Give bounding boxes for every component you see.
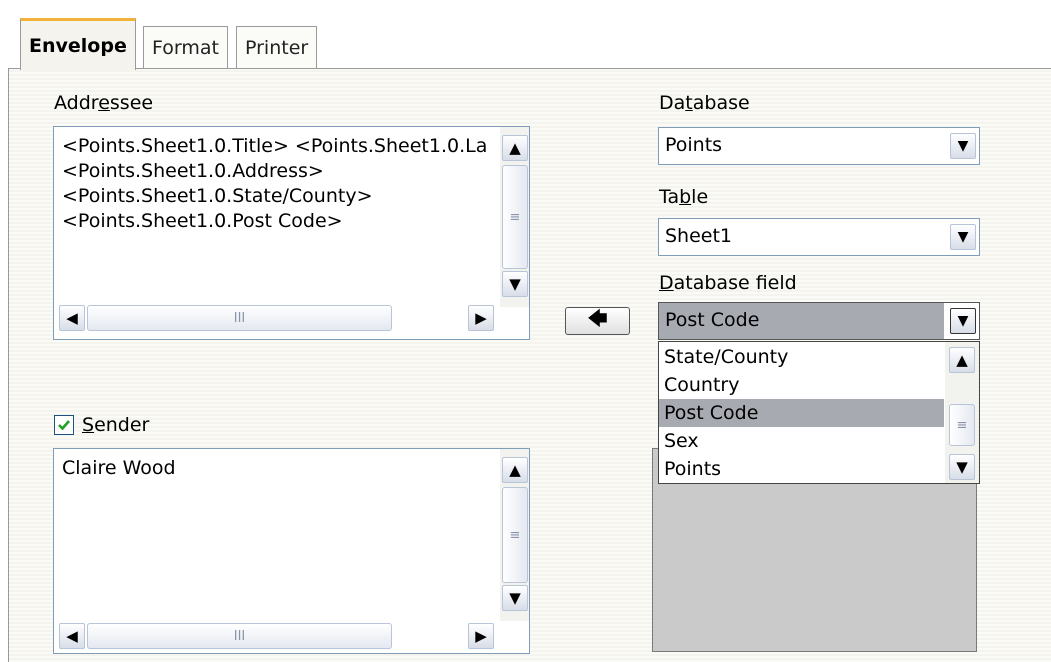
chevron-up-icon: ▲ xyxy=(509,461,521,479)
database-select[interactable]: Points ▼ xyxy=(658,127,980,165)
sender-vscroll-thumb[interactable]: ≡ xyxy=(502,487,528,583)
tab-printer[interactable]: Printer xyxy=(236,26,318,69)
list-item-option[interactable]: Points xyxy=(659,455,944,483)
sender-textarea[interactable]: Claire Wood ▲ ≡ ▼ ◀ III ▶ xyxy=(53,448,530,654)
chevron-down-icon: ▼ xyxy=(956,458,968,476)
sender-checkbox[interactable] xyxy=(54,415,74,435)
tab-envelope-label: Envelope xyxy=(29,34,127,57)
scroll-right-button[interactable]: ▶ xyxy=(468,623,494,649)
grip-icon: III xyxy=(233,310,246,326)
scroll-left-button[interactable]: ◀ xyxy=(59,623,85,649)
sender-hscroll-thumb[interactable]: III xyxy=(87,623,392,649)
addressee-label-part2: ssee xyxy=(109,92,154,114)
database-field-select-value: Post Code xyxy=(665,309,760,331)
database-label: Database xyxy=(659,92,750,114)
chevron-left-icon: ◀ xyxy=(66,309,78,327)
chevron-down-icon[interactable]: ▼ xyxy=(950,308,976,334)
table-select[interactable]: Sheet1 ▼ xyxy=(658,218,980,256)
chevron-right-icon: ▶ xyxy=(475,627,487,645)
grip-icon: III xyxy=(233,628,246,644)
grip-icon: ≡ xyxy=(509,527,521,543)
checkmark-icon xyxy=(58,420,70,431)
database-field-select[interactable]: Post Code ▼ xyxy=(658,302,980,340)
sender-label-accel: S xyxy=(82,414,95,436)
database-select-value: Points xyxy=(665,134,723,156)
insert-field-button[interactable]: 🡄 xyxy=(565,306,630,335)
addressee-label-accel: e xyxy=(98,92,110,114)
chevron-up-icon: ▲ xyxy=(956,351,968,369)
addressee-line: <Points.Sheet1.0.State/County> xyxy=(62,185,373,207)
table-select-value: Sheet1 xyxy=(665,225,733,247)
scroll-down-button[interactable]: ▼ xyxy=(502,271,528,297)
chevron-right-icon: ▶ xyxy=(475,309,487,327)
list-item-option[interactable]: Country xyxy=(659,371,944,399)
chevron-down-icon[interactable]: ▼ xyxy=(950,133,976,159)
sender-label-part2: ender xyxy=(94,414,150,436)
scroll-down-button[interactable]: ▼ xyxy=(949,454,975,480)
dropdown-vscroll-thumb[interactable]: ≡ xyxy=(949,404,975,446)
sender-line: Claire Wood xyxy=(62,457,176,479)
database-label-part1: Da xyxy=(659,92,686,114)
tab-printer-label: Printer xyxy=(245,37,309,59)
tab-format-label: Format xyxy=(152,37,219,59)
addressee-label-part1: Addr xyxy=(54,92,99,114)
tab-envelope[interactable]: Envelope xyxy=(20,18,136,70)
database-field-label: Database field xyxy=(659,272,797,294)
table-label: Table xyxy=(659,186,708,208)
grip-icon: ≡ xyxy=(956,417,968,433)
list-item-option-selected[interactable]: Post Code xyxy=(659,399,944,427)
addressee-textarea[interactable]: <Points.Sheet1.0.Title> <Points.Sheet1.0… xyxy=(53,126,530,340)
chevron-down-icon: ▼ xyxy=(509,589,521,607)
database-field-label-accel: D xyxy=(659,272,674,294)
addressee-vscroll-thumb[interactable]: ≡ xyxy=(502,165,528,269)
addressee-hscroll-thumb[interactable]: III xyxy=(87,305,392,331)
grip-icon: ≡ xyxy=(509,209,521,225)
sender-label: Sender xyxy=(82,414,149,436)
addressee-line: <Points.Sheet1.0.Post Code> xyxy=(62,210,343,232)
table-label-part1: Ta xyxy=(659,186,680,208)
scroll-up-button[interactable]: ▲ xyxy=(502,135,528,161)
chevron-up-icon: ▲ xyxy=(509,139,521,157)
chevron-down-icon[interactable]: ▼ xyxy=(950,224,976,250)
database-field-label-part2: atabase field xyxy=(673,272,797,294)
database-field-dropdown-list[interactable]: State/County Country Post Code Sex Point… xyxy=(658,341,980,484)
chevron-left-icon: ◀ xyxy=(66,627,78,645)
table-label-accel: b xyxy=(679,186,692,208)
tab-format[interactable]: Format xyxy=(143,26,228,69)
addressee-line: <Points.Sheet1.0.Address> xyxy=(62,160,324,182)
chevron-down-icon: ▼ xyxy=(509,275,521,293)
scroll-up-button[interactable]: ▲ xyxy=(949,347,975,373)
scroll-left-button[interactable]: ◀ xyxy=(59,305,85,331)
scroll-right-button[interactable]: ▶ xyxy=(468,305,494,331)
table-label-part2: le xyxy=(691,186,709,208)
list-item-option[interactable]: State/County xyxy=(659,343,944,371)
arrow-left-icon: 🡄 xyxy=(587,306,608,330)
database-label-accel: t xyxy=(685,92,693,114)
scroll-up-button[interactable]: ▲ xyxy=(502,457,528,483)
database-label-part2: abase xyxy=(692,92,750,114)
addressee-label: Addressee xyxy=(54,92,153,114)
addressee-line: <Points.Sheet1.0.Title> <Points.Sheet1.0… xyxy=(62,135,488,157)
list-item-option[interactable]: Sex xyxy=(659,427,944,455)
scroll-down-button[interactable]: ▼ xyxy=(502,585,528,611)
